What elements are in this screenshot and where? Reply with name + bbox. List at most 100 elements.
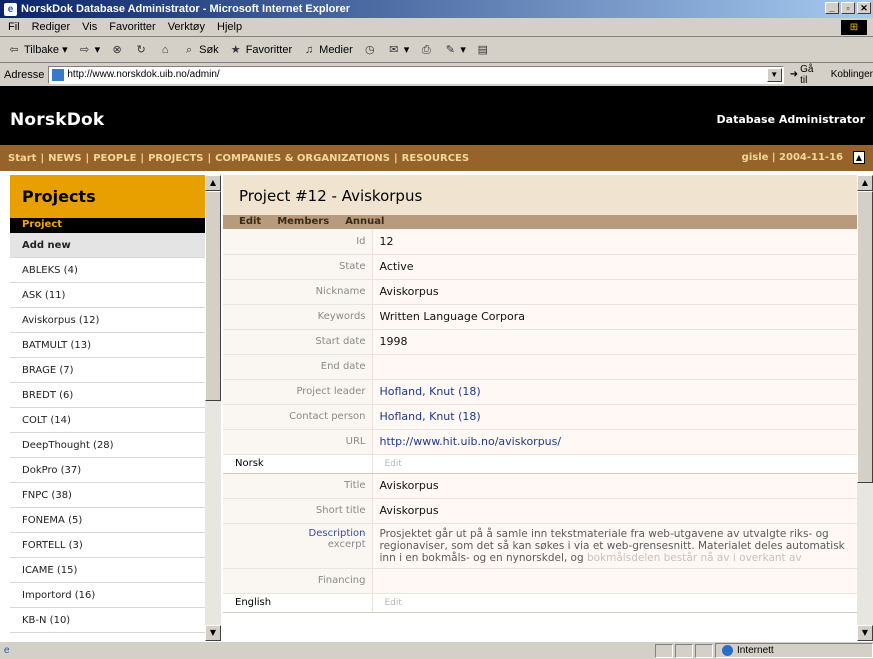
sidebar-item-project[interactable]: BRAGE (7) bbox=[10, 358, 210, 383]
media-button[interactable]: ♫ Medier bbox=[297, 43, 358, 57]
section-edit-link[interactable]: Edit bbox=[371, 592, 859, 613]
nav-people[interactable]: PEOPLE bbox=[93, 153, 136, 164]
scroll-down-arrow-icon[interactable]: ▼ bbox=[857, 625, 873, 641]
scroll-up-arrow-icon[interactable]: ▲ bbox=[857, 175, 873, 191]
address-url: http://www.norskdok.uib.no/admin/ bbox=[67, 69, 220, 80]
sidebar-scroll-thumb[interactable] bbox=[205, 191, 221, 401]
project-url-link[interactable]: http://www.hit.uib.no/aviskorpus/ bbox=[380, 435, 562, 448]
menu-fil[interactable]: Fil bbox=[2, 21, 26, 33]
refresh-button[interactable]: ↻ bbox=[129, 43, 153, 57]
section-edit-link[interactable]: Edit bbox=[371, 453, 859, 474]
menu-verktoy[interactable]: Verktøy bbox=[162, 21, 211, 33]
window-title: NorskDok Database Administrator - Micros… bbox=[21, 3, 351, 15]
menu-hjelp[interactable]: Hjelp bbox=[211, 21, 248, 33]
field-value: Aviskorpus bbox=[371, 279, 859, 305]
close-button[interactable]: ✕ bbox=[857, 2, 871, 14]
address-label: Adresse bbox=[4, 68, 45, 81]
favorites-button[interactable]: ★ Favoritter bbox=[224, 43, 297, 57]
nav-companies[interactable]: COMPANIES & ORGANIZATIONS bbox=[215, 153, 390, 164]
field-label: Title bbox=[223, 473, 372, 499]
sidebar-item-project[interactable]: KB-N (10) bbox=[10, 608, 210, 633]
search-icon: ⌕ bbox=[186, 43, 193, 56]
field-row: URL http://www.hit.uib.no/aviskorpus/ bbox=[223, 429, 859, 455]
stop-button[interactable]: ⊗ bbox=[105, 43, 129, 57]
go-button[interactable]: ➜ Gå til bbox=[790, 64, 823, 86]
scroll-down-arrow-icon[interactable]: ▼ bbox=[205, 625, 221, 641]
stop-icon: ⊗ bbox=[112, 43, 122, 56]
chevron-down-icon: ▾ bbox=[403, 44, 410, 56]
nav-separator: | bbox=[40, 152, 45, 164]
status-bar: e Internett bbox=[0, 641, 873, 659]
sidebar-subtitle: Project bbox=[10, 218, 210, 233]
maximize-button[interactable]: ▫ bbox=[841, 2, 855, 14]
project-fields-table: Id 12 State Active Nickname Aviskorpus Keyw… bbox=[223, 229, 859, 613]
history-icon: ◷ bbox=[364, 43, 375, 56]
sidebar-item-project[interactable]: FORTELL (3) bbox=[10, 533, 210, 558]
windows-flag-icon: ⊞ bbox=[841, 20, 867, 35]
menu-vis[interactable]: Vis bbox=[76, 21, 103, 33]
minimize-button[interactable]: _ bbox=[825, 2, 839, 14]
nav-separator: | bbox=[140, 152, 145, 164]
nav-start[interactable]: Start bbox=[8, 153, 36, 164]
menu-rediger[interactable]: Rediger bbox=[26, 21, 77, 33]
sidebar-item-project[interactable]: ICAME (15) bbox=[10, 558, 210, 583]
user-date[interactable]: gisle | 2004-11-16 bbox=[742, 152, 843, 163]
nav-projects[interactable]: PROJECTS bbox=[148, 153, 203, 164]
status-segment bbox=[655, 643, 673, 658]
nav-news[interactable]: NEWS bbox=[48, 153, 81, 164]
field-row: Project leader Hofland, Knut (18) bbox=[223, 379, 859, 405]
site-header: NorskDok Database Administrator bbox=[0, 86, 873, 145]
links-button[interactable]: Koblinger bbox=[831, 69, 873, 80]
edit-page-button[interactable]: ✎ ▾ bbox=[438, 43, 471, 57]
status-segment bbox=[695, 643, 713, 658]
tab-members[interactable]: Members bbox=[277, 216, 329, 229]
sidebar-item-project[interactable]: BREDT (6) bbox=[10, 383, 210, 408]
sidebar-item-project[interactable]: ASK (11) bbox=[10, 283, 210, 308]
tab-edit[interactable]: Edit bbox=[239, 216, 261, 229]
scroll-top-button[interactable]: ▲ bbox=[853, 151, 865, 164]
sidebar-item-project[interactable]: DeepThought (28) bbox=[10, 433, 210, 458]
sidebar-item-project[interactable]: COLT (14) bbox=[10, 408, 210, 433]
main-scroll-thumb[interactable] bbox=[857, 191, 873, 483]
media-label: Medier bbox=[319, 43, 353, 56]
page-content: NorskDok Database Administrator Start | N… bbox=[0, 86, 873, 641]
sidebar-item-project[interactable]: ABLEKS (4) bbox=[10, 258, 210, 283]
search-button[interactable]: ⌕ Søk bbox=[177, 43, 224, 57]
mail-button[interactable]: ✉ ▾ bbox=[382, 43, 415, 57]
forward-button[interactable]: ⇨ ▾ bbox=[73, 43, 106, 57]
sidebar-scrollbar[interactable]: ▲ ▼ bbox=[205, 175, 221, 641]
sidebar-item-project[interactable]: Importord (16) bbox=[10, 583, 210, 608]
description-label[interactable]: Description bbox=[223, 528, 366, 539]
history-button[interactable]: ◷ bbox=[358, 43, 382, 57]
field-label: Id bbox=[223, 229, 372, 255]
field-label: Keywords bbox=[223, 304, 372, 330]
address-dropdown-button[interactable]: ▼ bbox=[766, 67, 782, 82]
section-label: Norsk bbox=[223, 453, 372, 474]
menu-favoritter[interactable]: Favoritter bbox=[103, 21, 161, 33]
address-input[interactable]: http://www.norskdok.uib.no/admin/ ▼ bbox=[48, 65, 784, 84]
field-value: Hofland, Knut (18) bbox=[371, 404, 859, 430]
home-icon: ⌂ bbox=[161, 43, 169, 56]
nav-resources[interactable]: RESOURCES bbox=[402, 153, 469, 164]
sidebar-item-project[interactable]: Aviskorpus (12) bbox=[10, 308, 210, 333]
add-new-project-link[interactable]: Add new bbox=[10, 233, 210, 258]
tab-annual[interactable]: Annual bbox=[345, 216, 384, 229]
sidebar-item-project[interactable]: DokPro (37) bbox=[10, 458, 210, 483]
print-button[interactable]: ⎙ bbox=[414, 43, 438, 57]
main-scrollbar[interactable]: ▲ ▼ bbox=[857, 175, 873, 641]
scroll-up-arrow-icon[interactable]: ▲ bbox=[205, 175, 221, 191]
site-logo[interactable]: NorskDok bbox=[10, 110, 104, 130]
contact-person-link[interactable]: Hofland, Knut (18) bbox=[380, 410, 481, 423]
home-button[interactable]: ⌂ bbox=[153, 43, 177, 57]
project-leader-link[interactable]: Hofland, Knut (18) bbox=[380, 385, 481, 398]
discuss-button[interactable]: ▤ bbox=[471, 43, 495, 57]
status-segment bbox=[675, 643, 693, 658]
back-button[interactable]: ⇦ Tilbake ▾ bbox=[2, 43, 73, 57]
nav-separator: | bbox=[394, 152, 398, 164]
sidebar-item-project[interactable]: BATMULT (13) bbox=[10, 333, 210, 358]
menu-bar: Fil Rediger Vis Favoritter Verktøy Hjelp… bbox=[0, 18, 873, 37]
nav-separator: | bbox=[207, 152, 212, 164]
sidebar-item-project[interactable]: FONEMA (5) bbox=[10, 508, 210, 533]
sidebar-item-project[interactable]: FNPC (38) bbox=[10, 483, 210, 508]
field-row: Title Aviskorpus bbox=[223, 473, 859, 499]
